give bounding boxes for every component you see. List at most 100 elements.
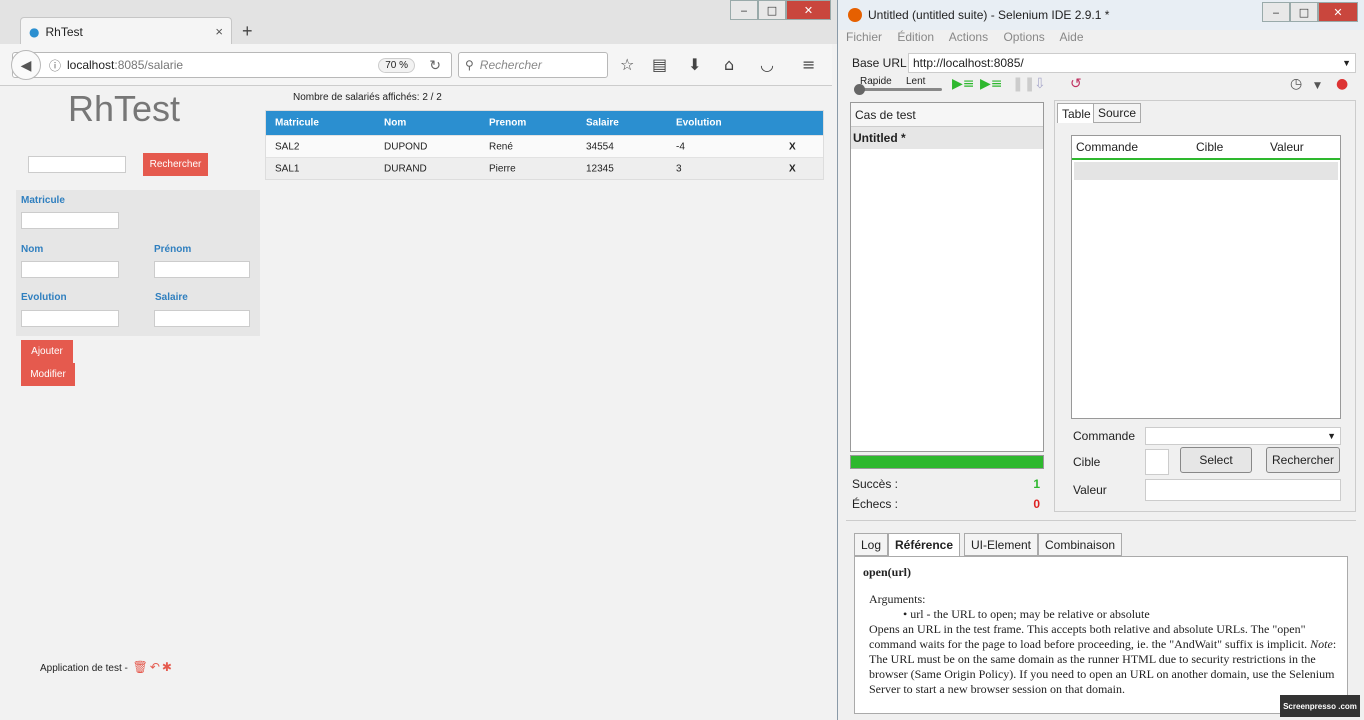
prenom-field[interactable] (154, 261, 250, 278)
tab-reference[interactable]: Référence (888, 533, 961, 556)
tab-source[interactable]: Source (1093, 103, 1142, 123)
command-select[interactable]: ▼ (1145, 427, 1341, 445)
base-url-row: Base URL http://localhost:8085/▼ (846, 52, 1356, 74)
command-label: Commande (1073, 429, 1136, 443)
column-header[interactable]: Commande (1076, 140, 1138, 154)
browser-search-input[interactable]: ⚲ Rechercher (458, 52, 608, 78)
footer-text: Application de test - (40, 663, 128, 674)
employee-table: Matricule Nom Prenom Salaire Evolution S… (265, 110, 824, 180)
column-header[interactable]: Salaire (586, 118, 619, 129)
column-header[interactable]: Evolution (676, 118, 722, 129)
reload-icon[interactable]: ↻ (429, 57, 441, 74)
column-header[interactable]: Prenom (489, 118, 526, 129)
search-input[interactable] (28, 156, 126, 173)
back-arrow-icon[interactable]: ◀ (11, 50, 41, 80)
undo-icon[interactable]: ↶ (150, 660, 160, 674)
browser-tab[interactable]: ● RhTest × (20, 17, 232, 45)
play-case-icon[interactable]: ▶≡ (980, 76, 1003, 92)
toolbar: Rapide Lent ▶≡ ▶≡ ❚❚ ⇩ ↺ ◷ ▼ ● (846, 76, 1356, 100)
speed-slider[interactable] (854, 84, 942, 95)
target-input[interactable] (1145, 449, 1169, 475)
pause-icon[interactable]: ❚❚ (1012, 76, 1035, 92)
cell-salaire: 12345 (586, 163, 614, 174)
pocket-icon[interactable]: ◡ (760, 55, 774, 74)
command-table: Commande Cible Valeur (1071, 135, 1341, 419)
maximize-icon[interactable]: □ (758, 0, 786, 20)
page-footer: Application de test - 🗑 ↶ ✱ (40, 660, 172, 674)
select-button[interactable]: Select (1180, 447, 1252, 473)
close-icon[interactable]: ✕ (786, 0, 831, 20)
table-row[interactable]: SAL2 DUPOND René 34554 -4 X (266, 135, 823, 157)
modify-button[interactable]: Modifier (21, 363, 75, 386)
delete-row-icon[interactable]: X (789, 141, 796, 152)
tab-log[interactable]: Log (854, 533, 889, 556)
command-table-header: Commande Cible Valeur (1072, 136, 1340, 160)
table-row[interactable]: SAL1 DURAND Pierre 12345 3 X (266, 157, 823, 179)
bookmark-star-icon[interactable]: ☆ (620, 55, 634, 74)
menu-aide[interactable]: Aide (1059, 30, 1083, 44)
trash-icon[interactable]: 🗑 (133, 660, 148, 674)
add-button[interactable]: Ajouter (21, 340, 73, 363)
firefox-window: ● RhTest × + ‒ □ ✕ ◀ ⓘ localhost:8085/sa… (0, 0, 838, 720)
menu-fichier[interactable]: Fichier (846, 30, 882, 44)
tab-combinaison[interactable]: Combinaison (1038, 533, 1123, 556)
menu-actions[interactable]: Actions (949, 30, 988, 44)
page-title: RhTest (68, 88, 181, 129)
menu-edition[interactable]: Édition (897, 30, 934, 44)
chevron-down-icon[interactable]: ▼ (1314, 81, 1321, 91)
info-icon[interactable]: ⓘ (49, 57, 61, 74)
delete-row-icon[interactable]: X (789, 163, 796, 174)
reference-arg-item: • url - the URL to open; may be relative… (903, 607, 1150, 621)
nom-label: Nom (21, 244, 44, 255)
matricule-label: Matricule (21, 195, 65, 206)
table-row[interactable] (1074, 162, 1338, 180)
value-input[interactable] (1145, 479, 1341, 501)
home-icon[interactable]: ⌂ (724, 55, 734, 74)
menu-bar: Fichier Édition Actions Options Aide (846, 30, 1356, 50)
selenium-ide-window: Untitled (untitled suite) - Selenium IDE… (838, 0, 1364, 720)
search-button[interactable]: Rechercher (143, 153, 208, 176)
slider-handle[interactable] (854, 84, 865, 95)
zoom-badge[interactable]: 70 % (378, 57, 415, 73)
minimize-icon[interactable]: ‒ (1262, 2, 1290, 22)
window-controls: ‒ □ ✕ (1262, 2, 1358, 24)
test-case-pane: Cas de test Untitled * (850, 102, 1044, 452)
tab-close-icon[interactable]: × (215, 24, 223, 39)
find-button[interactable]: Rechercher (1266, 447, 1340, 473)
record-icon[interactable]: ● (1336, 76, 1348, 92)
evolution-field[interactable] (21, 310, 119, 327)
tab-favicon-icon: ● (29, 24, 40, 39)
menu-options[interactable]: Options (1003, 30, 1044, 44)
column-header[interactable]: Valeur (1270, 140, 1304, 154)
menu-icon[interactable]: ≡ (802, 55, 815, 74)
editor-pane: Table Source Commande Cible Valeur Comma… (1054, 100, 1356, 512)
close-icon[interactable]: ✕ (1318, 2, 1358, 22)
matricule-field[interactable] (21, 212, 119, 229)
play-suite-icon[interactable]: ▶≡ (952, 76, 975, 92)
nom-field[interactable] (21, 261, 119, 278)
tab-ui-element[interactable]: UI-Element (964, 533, 1039, 556)
reference-arguments: Arguments: (869, 592, 926, 606)
new-tab-icon[interactable]: + (242, 21, 253, 42)
cell-prenom: René (489, 141, 513, 152)
reference-panel: open(url) Arguments: • url - the URL to … (854, 556, 1348, 714)
column-header[interactable]: Nom (384, 118, 406, 129)
maximize-icon[interactable]: □ (1290, 2, 1318, 22)
salaire-field[interactable] (154, 310, 250, 327)
test-case-item[interactable]: Untitled * (851, 127, 1043, 149)
firefox-icon (848, 8, 862, 22)
asterisk-icon[interactable]: ✱ (162, 660, 172, 674)
base-url-input[interactable]: http://localhost:8085/▼ (908, 53, 1356, 73)
column-header[interactable]: Matricule (275, 118, 319, 129)
tab-table[interactable]: Table (1057, 103, 1096, 123)
run-progress-bar (850, 455, 1044, 469)
minimize-icon[interactable]: ‒ (730, 0, 758, 20)
step-icon[interactable]: ⇩ (1034, 76, 1046, 92)
schedule-icon[interactable]: ◷ (1290, 76, 1302, 92)
target-label: Cible (1073, 455, 1101, 469)
download-icon[interactable]: ⬇ (688, 55, 701, 74)
url-bar[interactable]: ◀ ⓘ localhost:8085/salarie 70 % ↻ (11, 50, 452, 80)
rollup-icon[interactable]: ↺ (1070, 76, 1082, 92)
reading-list-icon[interactable]: ▤ (652, 55, 667, 74)
column-header[interactable]: Cible (1196, 140, 1223, 154)
